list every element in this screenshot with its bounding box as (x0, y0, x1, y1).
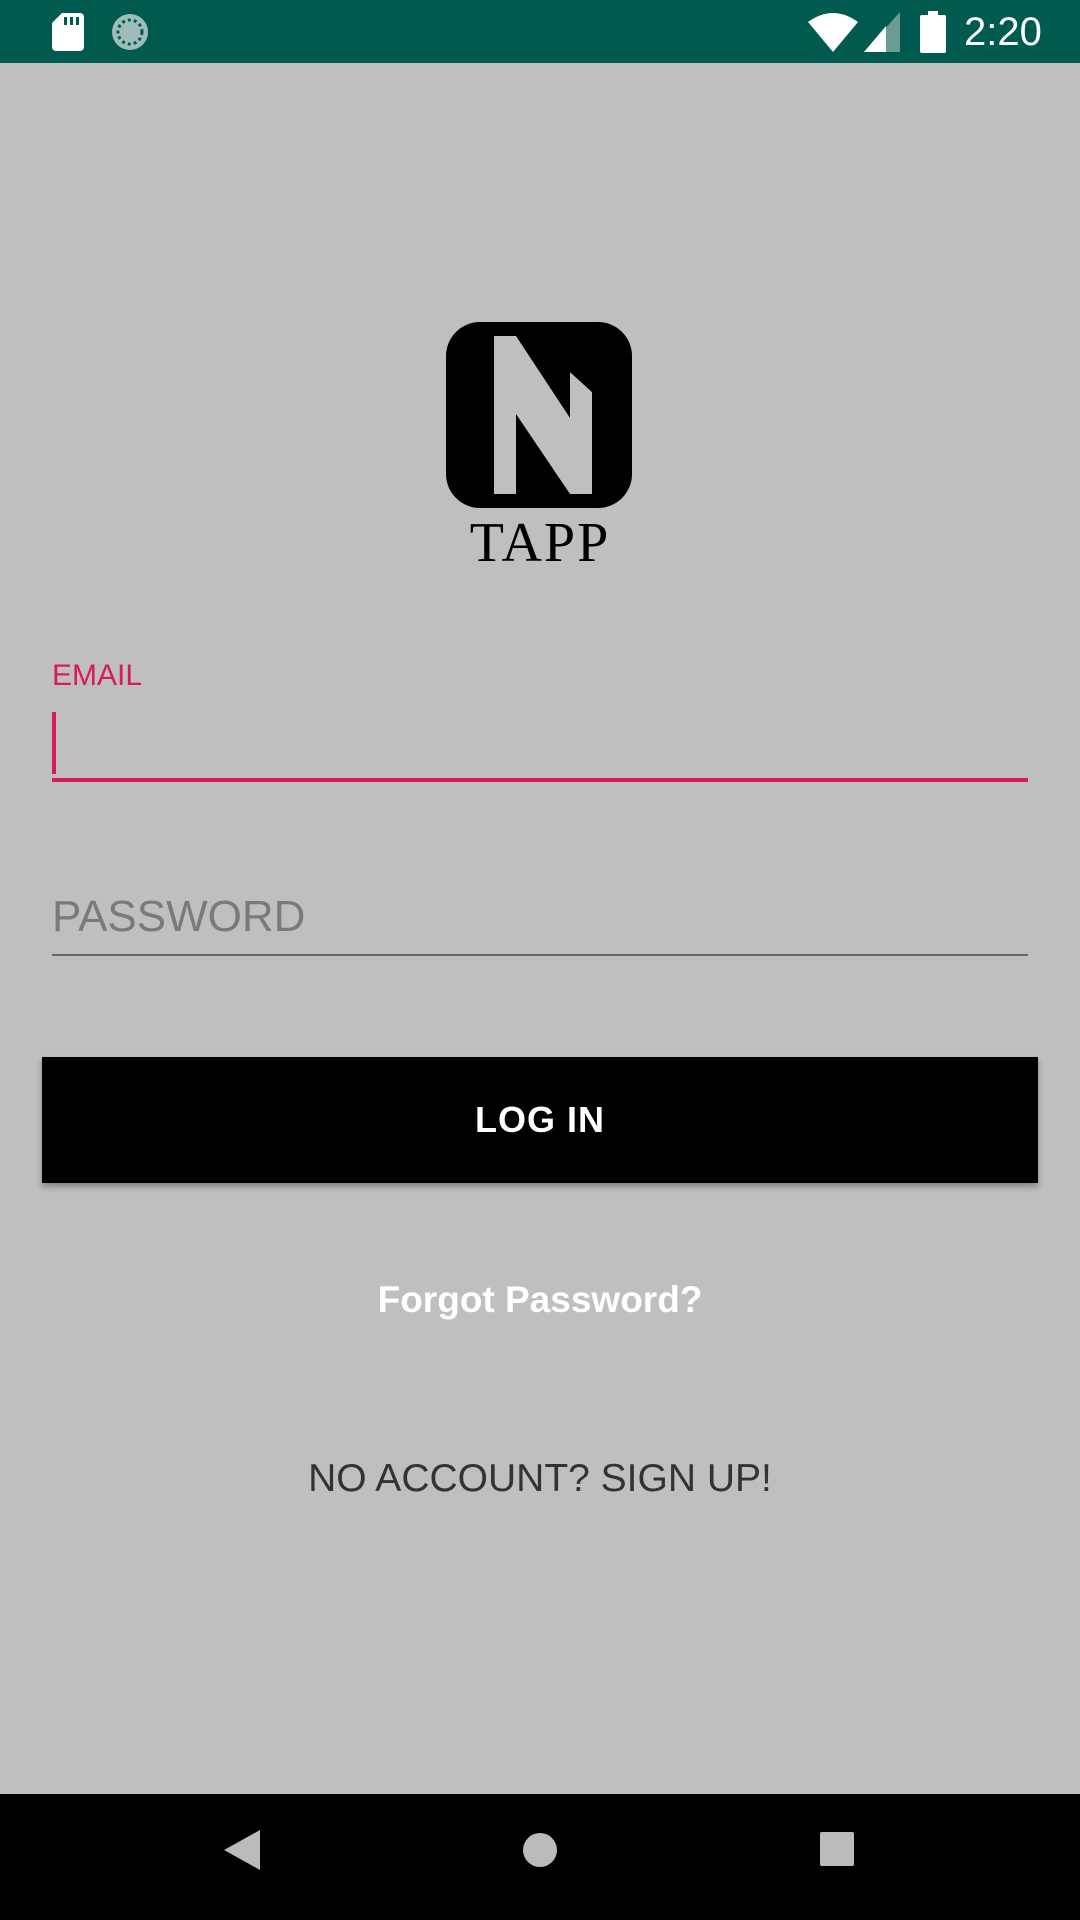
status-bar: 2:20 (0, 0, 1080, 63)
forgot-password-link[interactable]: Forgot Password? (0, 1276, 1080, 1324)
login-button[interactable]: LOG IN (42, 1057, 1038, 1183)
status-time: 2:20 (964, 10, 1042, 54)
password-field[interactable] (52, 880, 1028, 956)
email-label: EMAIL (52, 659, 143, 692)
signup-link[interactable]: NO ACCOUNT? SIGN UP! (0, 1454, 1080, 1504)
brand-name: TAPP (469, 512, 611, 574)
home-icon[interactable] (522, 1832, 558, 1868)
wifi-icon (808, 13, 858, 52)
sync-icon (112, 14, 148, 50)
recents-icon[interactable] (820, 1832, 854, 1866)
battery-icon (920, 11, 946, 53)
navigation-bar (0, 1794, 1080, 1920)
sd-card-icon (52, 13, 84, 51)
email-field[interactable] (52, 706, 1028, 782)
text-cursor (52, 712, 56, 774)
cell-signal-icon (864, 12, 900, 52)
nfc-n-logo-icon (446, 322, 632, 508)
back-icon[interactable] (224, 1830, 260, 1870)
